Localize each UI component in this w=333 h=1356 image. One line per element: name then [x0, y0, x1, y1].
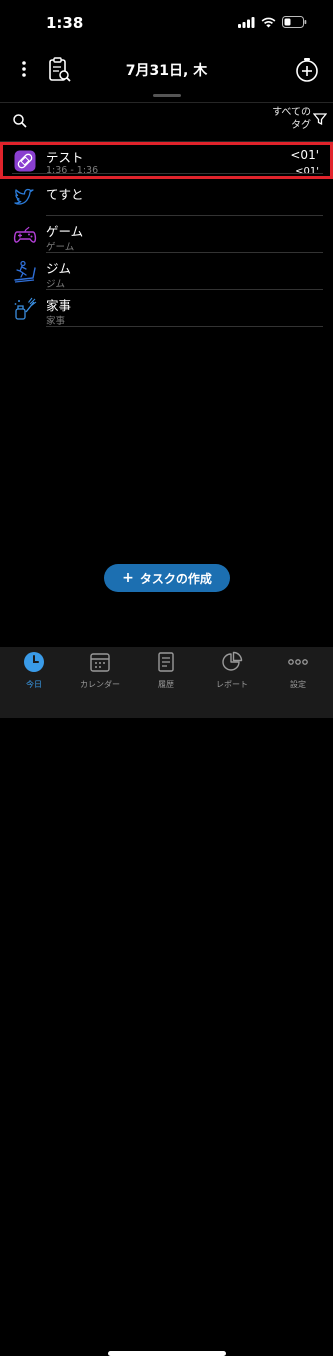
- task-time-range: 1:36 - 1:36: [46, 165, 99, 176]
- clock-icon: [24, 652, 44, 672]
- tab-label: 今日: [26, 680, 42, 689]
- history-list-icon: [158, 652, 174, 672]
- wifi-icon: [261, 17, 276, 27]
- header: 7月31日, 木: [0, 48, 333, 92]
- task-row-game[interactable]: ゲーム ゲーム: [0, 216, 333, 253]
- status-icons: [238, 16, 307, 28]
- tab-history[interactable]: 履歴: [133, 651, 199, 695]
- calendar-icon: [90, 653, 110, 672]
- tab-label: カレンダー: [80, 680, 120, 689]
- tab-report[interactable]: レポート: [199, 651, 265, 695]
- more-dots-icon: [288, 659, 308, 665]
- task-list: テスト 1:36 - 1:36 <01' <01' てすと ゲーム ゲーム ジム…: [0, 142, 333, 327]
- status-bar: 1:38: [0, 0, 333, 48]
- task-row-test[interactable]: テスト 1:36 - 1:36 <01' <01': [0, 142, 333, 179]
- home-indicator: [108, 1351, 226, 1356]
- row-divider: [12, 173, 323, 174]
- tab-label: 履歴: [158, 680, 174, 689]
- task-name: てすと: [46, 187, 84, 202]
- filter-row: すべての タグ: [0, 103, 333, 141]
- status-time: 1:38: [46, 14, 84, 32]
- task-name: ゲーム: [46, 224, 84, 239]
- twitter-bird-icon: [14, 188, 34, 205]
- task-row-tesuto[interactable]: てすと: [0, 179, 333, 216]
- task-row-housework[interactable]: 家事 家事: [0, 290, 333, 327]
- task-row-gym[interactable]: ジム ジム: [0, 253, 333, 290]
- cleaning-icon: [14, 297, 37, 320]
- create-task-label: タスクの作成: [139, 571, 212, 586]
- tag-filter-label: すべての タグ: [272, 107, 311, 131]
- filter-funnel-icon: [313, 113, 327, 126]
- treadmill-icon: [14, 260, 36, 283]
- task-name: 家事: [46, 298, 72, 313]
- plus-icon: +: [122, 570, 134, 586]
- sheet-grabber[interactable]: [153, 94, 181, 97]
- tab-label: レポート: [216, 680, 248, 689]
- add-timer-icon[interactable]: [293, 56, 321, 84]
- row-divider: [46, 326, 323, 327]
- cellular-signal-icon: [238, 16, 255, 28]
- pie-chart-icon: [222, 651, 243, 671]
- create-task-button[interactable]: + タスクの作成: [104, 564, 230, 592]
- battery-icon: [282, 16, 307, 28]
- tab-label: 設定: [290, 680, 306, 689]
- tag-filter-button[interactable]: すべての タグ: [263, 106, 327, 132]
- task-tag: 家事: [46, 316, 66, 327]
- task-duration-secondary: <01': [295, 166, 319, 177]
- tab-today[interactable]: 今日: [1, 651, 67, 695]
- task-duration: <01': [290, 148, 319, 162]
- gamepad-icon: [13, 226, 37, 243]
- task-tag: ジム: [46, 279, 66, 290]
- tab-settings[interactable]: 設定: [265, 651, 331, 695]
- task-tag: ゲーム: [46, 242, 75, 253]
- tab-calendar[interactable]: カレンダー: [67, 651, 133, 695]
- bandage-icon: [14, 150, 36, 172]
- page-title: 7月31日, 木: [125, 63, 208, 79]
- task-name: ジム: [46, 261, 72, 276]
- search-icon[interactable]: [12, 113, 28, 129]
- task-name: テスト: [46, 150, 84, 165]
- tab-bar: 今日 カレンダー 履歴 レポート 設定: [0, 647, 333, 1356]
